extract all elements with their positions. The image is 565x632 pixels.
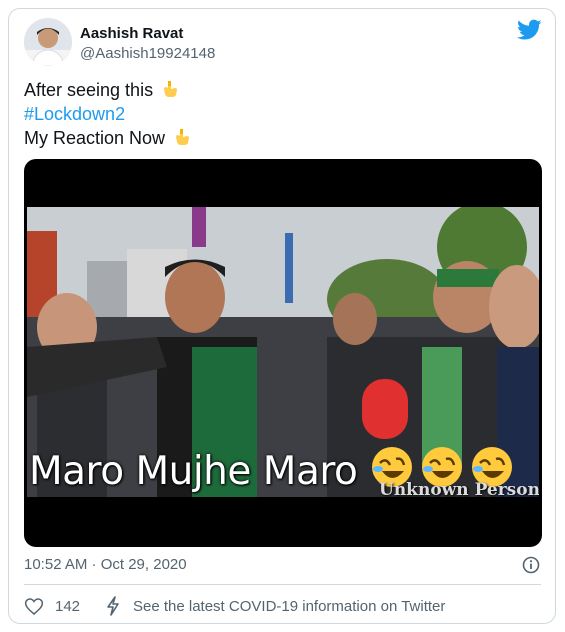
author-avatar[interactable] [24,18,72,66]
author-name[interactable]: Aashish Ravat [80,25,183,42]
tweet-text-line-3: My Reaction Now [24,127,191,149]
backhand-index-pointing-down-icon [176,129,190,145]
heart-icon[interactable] [24,597,44,616]
tweet-timestamp[interactable]: 10:52 AM · Oct 29, 2020 [24,556,187,573]
video-player[interactable]: Maro Mujhe Maro Unknown Person [24,159,542,547]
video-watermark: Unknown Person [379,480,539,497]
author-handle[interactable]: @Aashish19924148 [80,45,215,62]
divider [24,584,541,585]
tweet-text: My Reaction Now [24,128,166,148]
info-icon[interactable] [522,556,540,574]
video-caption: Maro Mujhe Maro [29,449,358,494]
tweet-text: After seeing this [24,80,154,100]
covid-info-link[interactable]: See the latest COVID-19 information on T… [133,598,445,615]
hashtag-text[interactable]: #Lockdown2 [24,104,125,124]
twitter-bird-icon[interactable] [517,19,542,41]
lightning-bolt-icon [107,596,119,616]
backhand-index-pointing-down-icon [164,81,178,97]
video-frame[interactable]: Maro Mujhe Maro Unknown Person [27,207,539,497]
hashtag-lockdown2-link[interactable]: #Lockdown2 [24,103,125,125]
tweet-text-line-1: After seeing this [24,79,179,101]
like-count[interactable]: 142 [55,598,80,615]
